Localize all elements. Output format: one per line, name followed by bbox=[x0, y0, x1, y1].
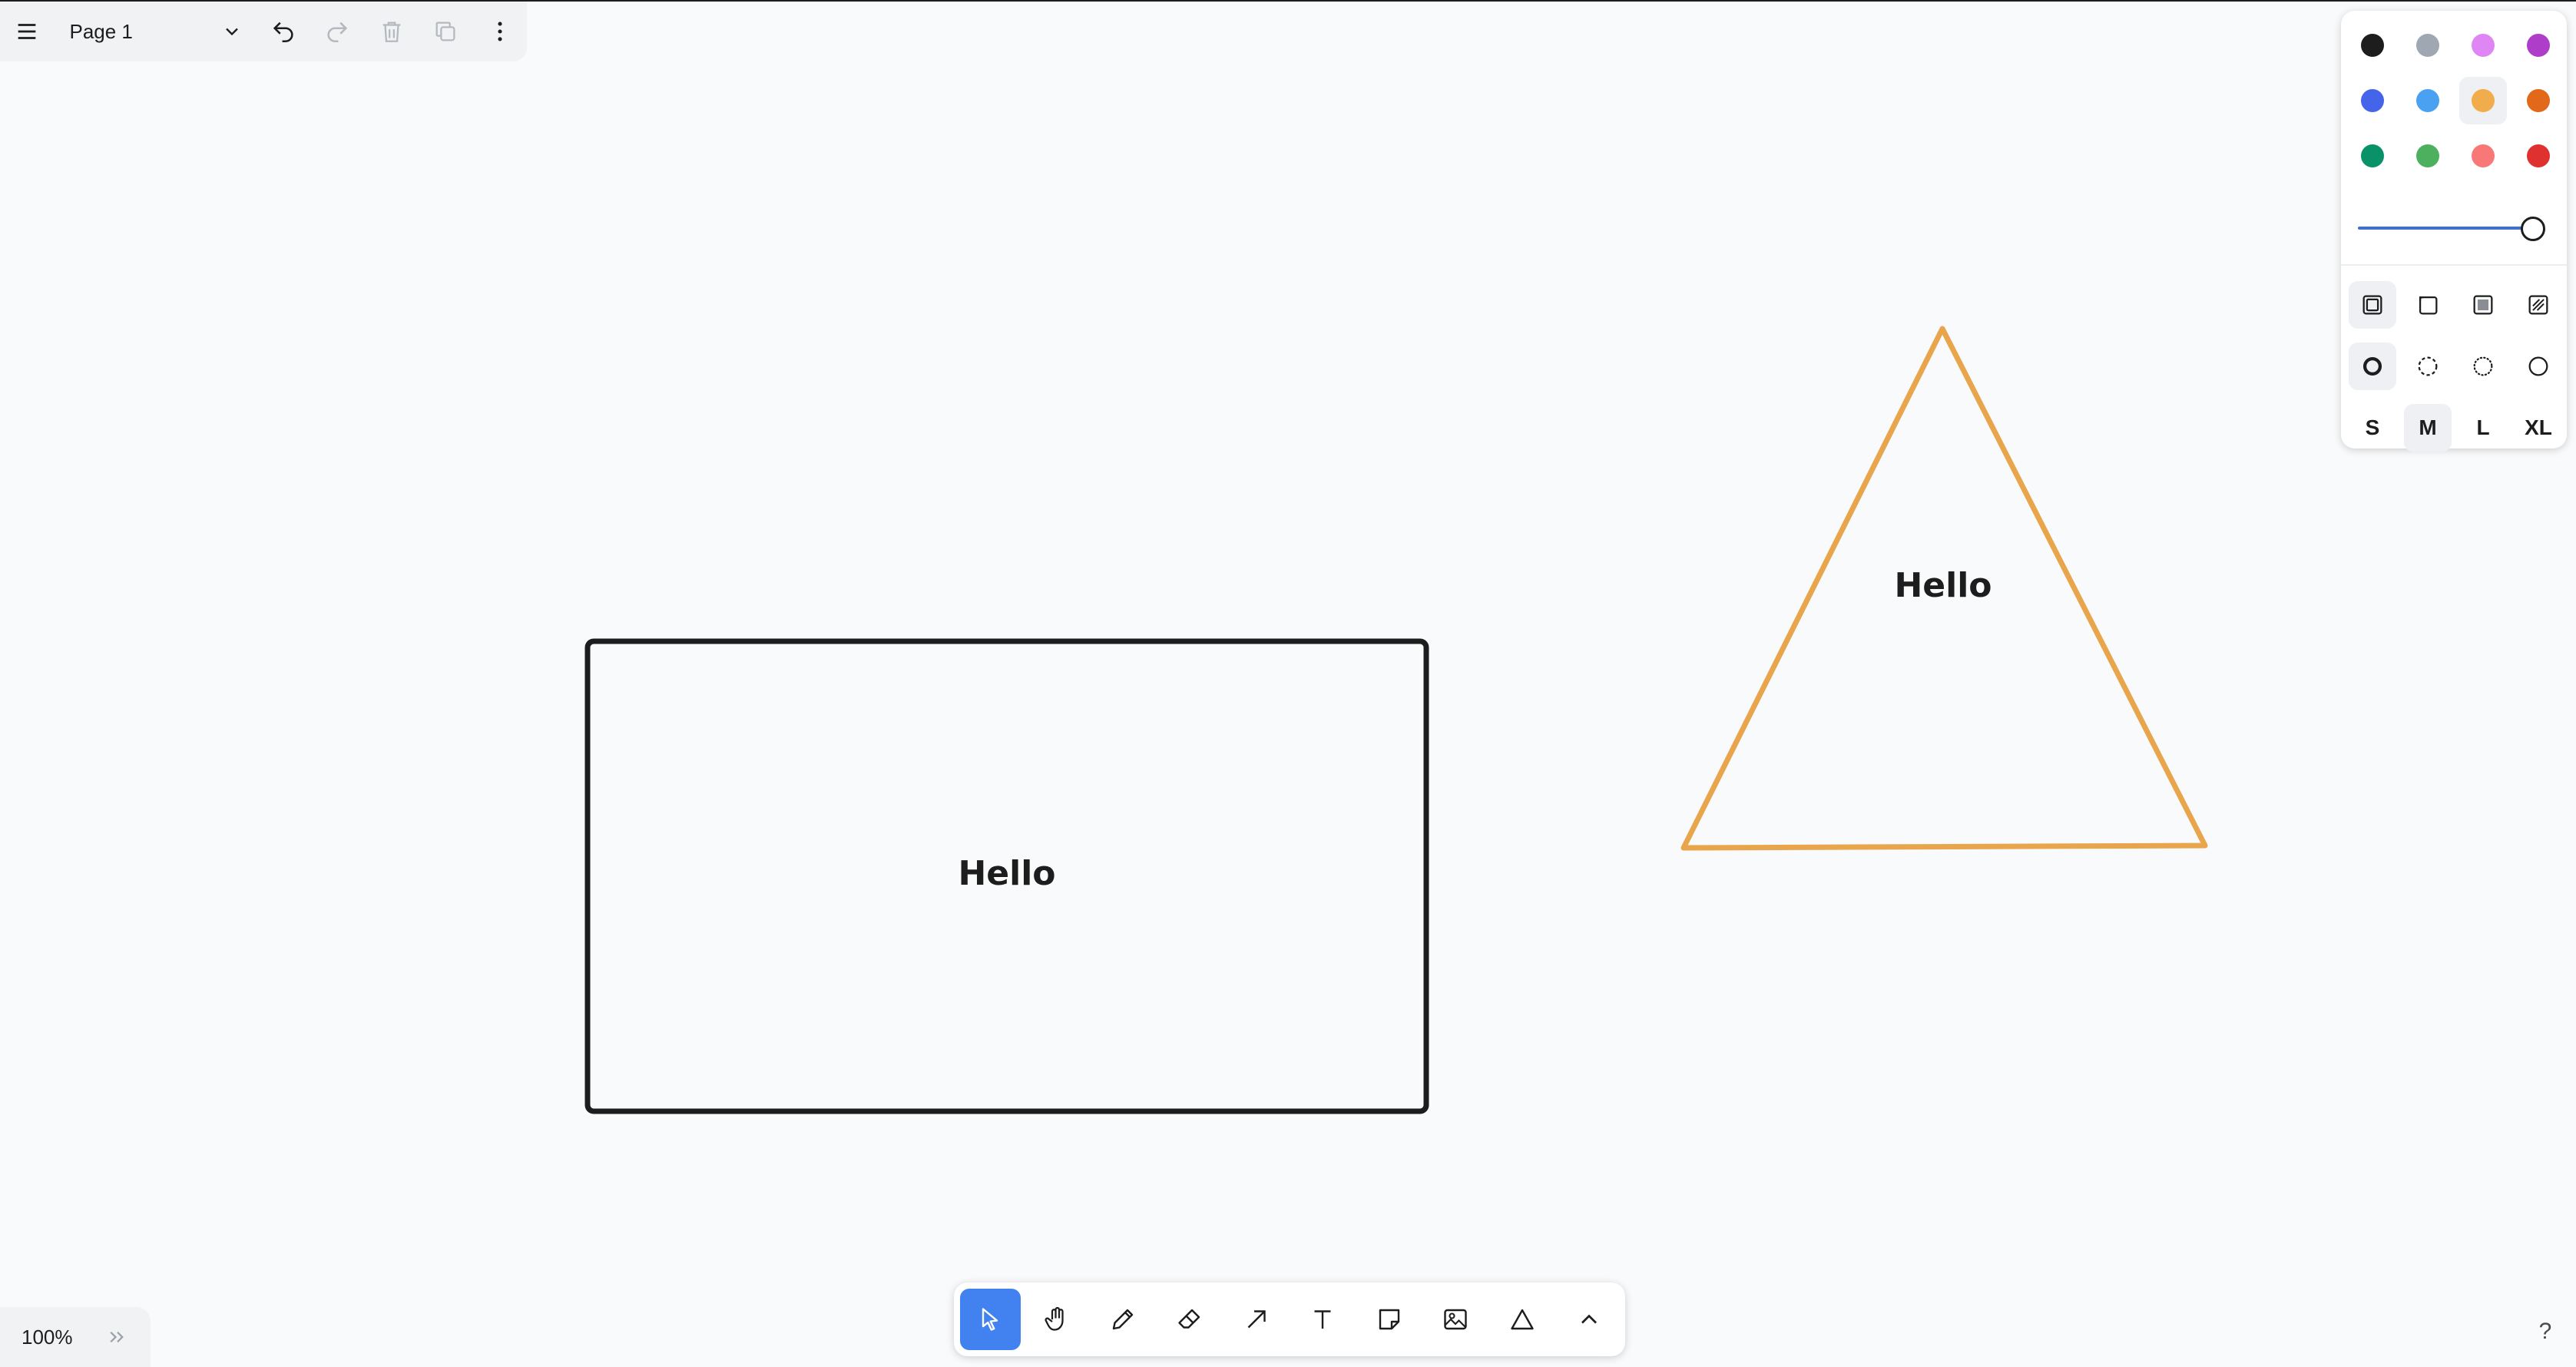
fill-pattern-icon bbox=[2528, 295, 2548, 315]
color-swatches bbox=[2349, 22, 2559, 187]
fill-options bbox=[2349, 281, 2570, 329]
color-green[interactable] bbox=[2349, 132, 2396, 180]
trash-icon bbox=[382, 22, 401, 42]
color-light-green[interactable] bbox=[2404, 132, 2452, 180]
color-light-blue[interactable] bbox=[2404, 77, 2452, 124]
fill-none-icon bbox=[2362, 295, 2382, 315]
duplicate-button[interactable] bbox=[419, 2, 472, 61]
draw-tool[interactable] bbox=[1093, 1289, 1154, 1350]
size-l-label: L bbox=[2476, 415, 2490, 439]
dash-dashed-button[interactable] bbox=[2404, 343, 2452, 390]
sticky-note-icon bbox=[1379, 1309, 1400, 1330]
duplicate-icon bbox=[435, 22, 455, 41]
redo-button[interactable] bbox=[310, 2, 364, 61]
hamburger-icon bbox=[18, 24, 36, 39]
redo-icon bbox=[327, 22, 348, 43]
fill-none-button[interactable] bbox=[2349, 281, 2396, 329]
undo-icon bbox=[273, 22, 293, 43]
dash-options bbox=[2349, 343, 2570, 390]
size-l-button[interactable]: L bbox=[2459, 404, 2507, 452]
arrow-tool[interactable] bbox=[1226, 1289, 1286, 1350]
fill-pattern-button[interactable] bbox=[2515, 281, 2562, 329]
dash-solid-button[interactable] bbox=[2515, 343, 2562, 390]
color-light-violet[interactable] bbox=[2459, 22, 2507, 69]
dash-dotted-icon bbox=[2473, 356, 2493, 376]
size-options: S M L XL bbox=[2349, 404, 2570, 452]
zoom-bar: 100% bbox=[0, 1307, 151, 1367]
opacity-slider-track bbox=[2358, 227, 2527, 230]
fill-semi-button[interactable] bbox=[2404, 281, 2452, 329]
note-tool[interactable] bbox=[1359, 1289, 1420, 1350]
size-m-button[interactable]: M bbox=[2404, 404, 2452, 452]
rectangle-label[interactable]: Hello bbox=[892, 854, 1122, 893]
size-s-button[interactable]: S bbox=[2349, 404, 2396, 452]
size-m-label: M bbox=[2419, 415, 2437, 439]
size-xl-label: XL bbox=[2525, 415, 2552, 439]
pencil-icon bbox=[1113, 1309, 1134, 1330]
text-tool[interactable] bbox=[1293, 1289, 1353, 1350]
zoom-level[interactable]: 100% bbox=[0, 1326, 106, 1349]
style-panel: S M L XL bbox=[2341, 11, 2570, 452]
triangle-icon bbox=[1511, 1309, 1534, 1330]
hand-tool[interactable] bbox=[1027, 1289, 1088, 1350]
color-violet[interactable] bbox=[2515, 22, 2562, 69]
fill-solid-icon bbox=[2473, 295, 2493, 315]
dash-dashed-icon bbox=[2418, 356, 2438, 376]
fill-solid-button[interactable] bbox=[2459, 281, 2507, 329]
text-icon bbox=[1314, 1310, 1331, 1329]
color-grey[interactable] bbox=[2404, 22, 2452, 69]
asset-tool[interactable] bbox=[1425, 1289, 1486, 1350]
color-orange[interactable] bbox=[2515, 77, 2562, 124]
arrow-icon bbox=[1247, 1310, 1266, 1329]
dash-draw-button[interactable] bbox=[2349, 343, 2396, 390]
color-red[interactable] bbox=[2515, 132, 2562, 180]
color-light-red[interactable] bbox=[2459, 132, 2507, 180]
color-blue[interactable] bbox=[2349, 77, 2396, 124]
page-name: Page 1 bbox=[69, 19, 133, 43]
eraser-tool[interactable] bbox=[1160, 1289, 1220, 1350]
panel-divider bbox=[2341, 264, 2567, 266]
more-tools-button[interactable] bbox=[1558, 1289, 1619, 1350]
canvas[interactable] bbox=[0, 0, 2576, 1367]
dash-dotted-button[interactable] bbox=[2459, 343, 2507, 390]
dash-draw-icon bbox=[2362, 356, 2382, 376]
image-icon bbox=[1444, 1309, 1468, 1330]
menu-button[interactable] bbox=[0, 2, 54, 61]
cursor-icon bbox=[982, 1308, 998, 1331]
geo-tool[interactable] bbox=[1492, 1289, 1553, 1350]
color-black[interactable] bbox=[2349, 22, 2396, 69]
page-select[interactable]: Page 1 bbox=[54, 2, 256, 61]
color-yellow[interactable] bbox=[2459, 77, 2507, 124]
dash-solid-icon bbox=[2528, 356, 2548, 376]
eraser-icon bbox=[1178, 1309, 1200, 1329]
main-toolbar bbox=[954, 1283, 1625, 1356]
opacity-slider[interactable] bbox=[2358, 217, 2550, 241]
expand-minimap-icon[interactable] bbox=[106, 1326, 129, 1349]
opacity-slider-thumb[interactable] bbox=[2521, 217, 2545, 241]
help-button[interactable]: ? bbox=[2524, 1310, 2567, 1353]
more-options-button[interactable] bbox=[473, 2, 527, 61]
size-xl-button[interactable]: XL bbox=[2515, 404, 2562, 452]
undo-button[interactable] bbox=[257, 2, 310, 61]
size-s-label: S bbox=[2365, 415, 2380, 439]
more-vertical-icon bbox=[498, 22, 502, 41]
delete-button[interactable] bbox=[365, 2, 419, 61]
triangle-label[interactable]: Hello bbox=[1828, 566, 2058, 605]
fill-semi-icon bbox=[2419, 296, 2438, 315]
select-tool[interactable] bbox=[960, 1289, 1021, 1350]
hand-icon bbox=[1045, 1306, 1064, 1331]
chevron-up-icon bbox=[1581, 1314, 1597, 1324]
main-menu-bar: Page 1 bbox=[0, 2, 527, 61]
chevron-down-icon bbox=[225, 28, 238, 36]
